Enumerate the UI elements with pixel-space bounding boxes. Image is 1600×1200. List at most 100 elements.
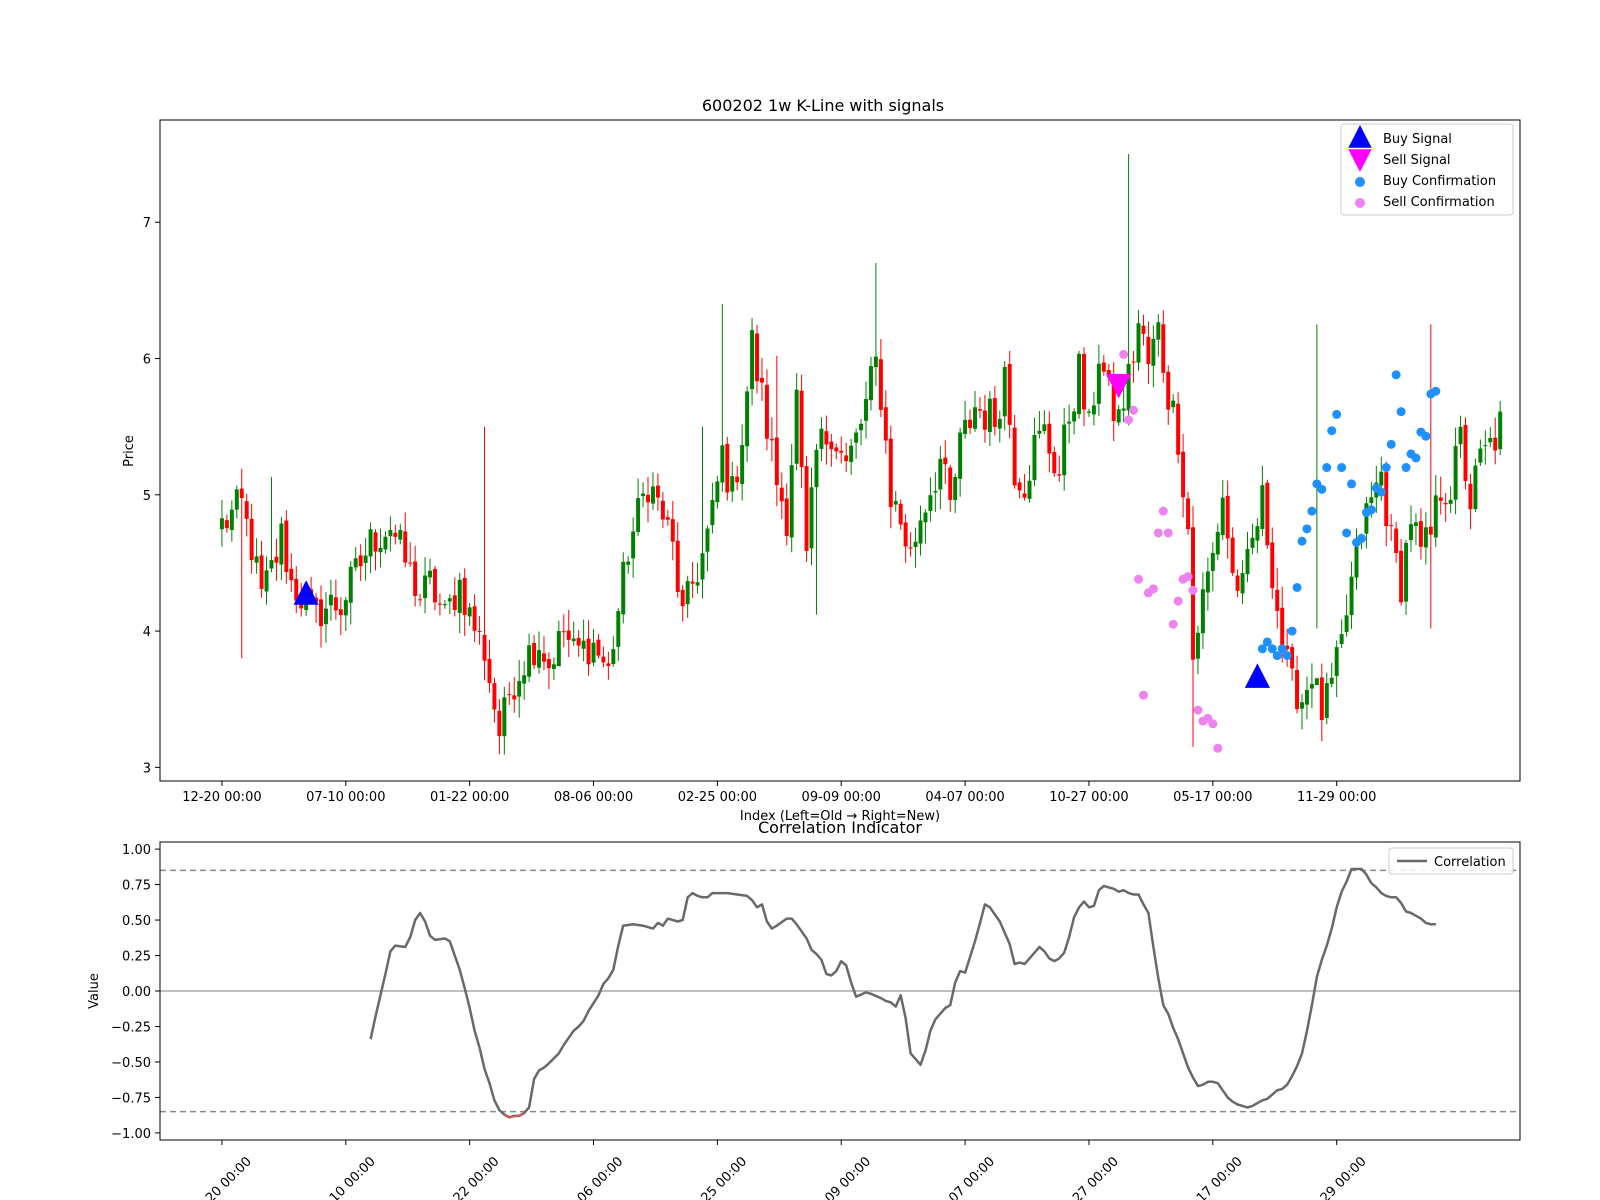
candle-body xyxy=(239,488,244,499)
candle-body xyxy=(1200,589,1205,634)
candle-body xyxy=(943,457,948,465)
candle-body xyxy=(918,520,923,544)
candle-body xyxy=(804,466,809,552)
candle-body xyxy=(408,562,413,564)
candle-body xyxy=(1255,526,1260,541)
candle-body xyxy=(1270,542,1275,589)
candle-body xyxy=(333,597,338,611)
candle-body xyxy=(512,695,517,700)
candle-body xyxy=(1186,498,1191,530)
candle-body xyxy=(1161,324,1166,373)
candle-body xyxy=(903,522,908,547)
legend-confirmation-marker xyxy=(1355,177,1365,187)
buy-confirmation-point xyxy=(1317,484,1327,494)
candle-body xyxy=(908,547,913,549)
candle-body xyxy=(224,520,229,529)
candle-body xyxy=(1399,550,1404,603)
correlation-y-tick-label: 0.25 xyxy=(122,950,151,965)
buy-confirmation-point xyxy=(1431,386,1441,396)
candle-body xyxy=(462,577,467,616)
kline-y-tick-label: 3 xyxy=(143,761,151,776)
candle-body xyxy=(497,710,502,737)
candle-body xyxy=(1146,336,1151,365)
candle-body xyxy=(1493,437,1498,451)
candle-body xyxy=(829,441,834,450)
candle-body xyxy=(1042,424,1047,432)
kline-x-tick-label: 11-29 00:00 xyxy=(1297,790,1376,805)
candle-body xyxy=(1438,497,1443,501)
candle-body xyxy=(814,449,819,488)
candle-body xyxy=(413,561,418,596)
candle-body xyxy=(1121,408,1126,411)
candle-body xyxy=(1230,537,1235,573)
candle-body xyxy=(428,570,432,578)
candle-body xyxy=(1250,537,1255,548)
candle-body xyxy=(319,599,324,627)
buy-confirmation-point xyxy=(1366,505,1376,515)
kline-legend: Buy Signal Sell Signal Buy Confirmation Sel… xyxy=(1340,123,1514,216)
candle-body xyxy=(646,494,650,503)
candle-body xyxy=(1141,325,1146,334)
buy-confirmation-point xyxy=(1282,651,1292,661)
candle-body xyxy=(328,594,333,606)
kline-x-tick-label: 07-10 00:00 xyxy=(306,790,385,805)
candle-body xyxy=(784,498,789,536)
candle-body xyxy=(338,609,343,616)
candle-body xyxy=(363,555,368,563)
candle-body xyxy=(1225,495,1230,539)
kline-title: 600202 1w K-Line with signals xyxy=(702,96,944,115)
candle-body xyxy=(675,540,680,593)
candle-body xyxy=(873,356,878,368)
candle-body xyxy=(561,631,566,633)
candle-body xyxy=(655,485,660,498)
candle-body xyxy=(606,663,611,666)
buy-confirmation-point xyxy=(1396,407,1406,417)
candle-body xyxy=(423,575,428,599)
candle-body xyxy=(997,418,1002,429)
buy-confirmation-point xyxy=(1386,439,1396,449)
candle-body xyxy=(745,391,750,447)
candle-body xyxy=(1067,421,1072,424)
candle-body xyxy=(660,500,665,520)
candle-body xyxy=(1463,424,1468,482)
sell-confirmation-point xyxy=(1119,349,1129,359)
candle-body xyxy=(1077,353,1082,415)
candle-body xyxy=(477,631,482,633)
candle-body xyxy=(1156,322,1161,340)
candle-body xyxy=(963,419,968,435)
sell-confirmation-point xyxy=(1153,528,1163,538)
candle-body xyxy=(1062,424,1067,476)
buy-confirmation-point xyxy=(1411,453,1421,463)
candle-body xyxy=(1369,497,1374,504)
candle-body xyxy=(1220,497,1225,536)
buy-confirmation-point xyxy=(1356,533,1366,543)
sell-confirmation-point xyxy=(1188,585,1198,595)
correlation-y-label: Value xyxy=(87,973,102,1009)
candle-body xyxy=(1448,499,1453,504)
candle-body xyxy=(437,603,442,605)
candle-body xyxy=(913,541,918,547)
candle-body xyxy=(1007,363,1012,425)
candle-body xyxy=(373,532,378,552)
candle-body xyxy=(1488,437,1493,443)
candle-body xyxy=(432,568,437,603)
candle-body xyxy=(1409,524,1413,541)
candle-body xyxy=(1413,522,1418,526)
candle-body xyxy=(1047,423,1052,454)
candle-body xyxy=(1309,683,1314,689)
candle-body xyxy=(358,555,363,567)
candle-body xyxy=(883,407,888,441)
candle-body xyxy=(1131,361,1136,363)
candle-body xyxy=(1057,474,1062,476)
candle-body xyxy=(1032,435,1037,481)
candle-body xyxy=(1086,411,1091,413)
candle-body xyxy=(859,423,864,431)
sell-confirmation-point xyxy=(1173,596,1183,606)
kline-y-tick-label: 6 xyxy=(143,353,151,368)
candle-body xyxy=(769,438,774,441)
buy-confirmation-point xyxy=(1327,426,1337,436)
buy-confirmation-point xyxy=(1381,463,1391,473)
candle-body xyxy=(685,581,690,605)
candle-body xyxy=(1166,371,1171,410)
kline-x-tick-label: 10-27 00:00 xyxy=(1049,790,1128,805)
